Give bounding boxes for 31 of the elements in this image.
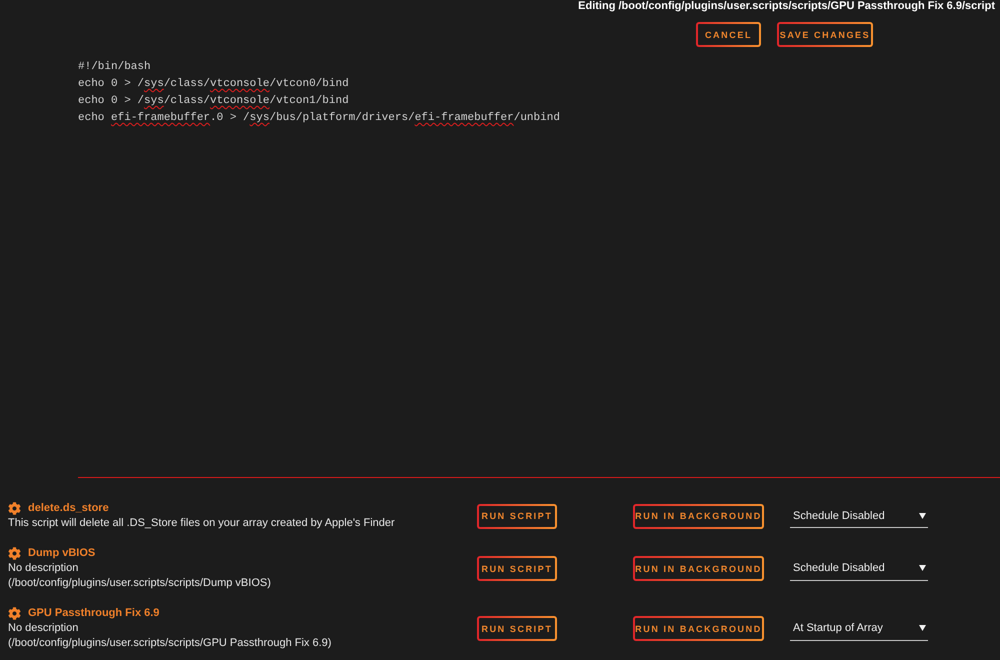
run-script-button[interactable]: RUN SCRIPT	[477, 556, 557, 581]
schedule-select[interactable]: Schedule Disabled	[790, 556, 928, 580]
script-name: delete.ds_store	[28, 501, 109, 516]
schedule-select[interactable]: Schedule Disabled	[790, 504, 928, 528]
script-description: This script will delete all .DS_Store files on your array created by Apple's Finder	[8, 516, 395, 531]
run-in-background-button[interactable]: RUN IN BACKGROUND	[633, 504, 764, 529]
gear-icon[interactable]	[8, 606, 21, 620]
script-editor[interactable]: #!/bin/bash echo 0 > /sys/class/vtconsole/vtcon0/bind echo 0 > /sys/class/vtconsole/vtcon1/bind echo efi-framebuffer.0 > /sys/bus/platform/drivers/efi-framebuffer/unbind	[78, 59, 1000, 478]
caret-icon	[919, 625, 926, 631]
run-script-button[interactable]: RUN SCRIPT	[477, 616, 557, 641]
caret-icon	[919, 512, 926, 519]
code-line: echo 0 > /sys/class/vtconsole/vtcon1/bind	[78, 94, 349, 109]
code-line: echo 0 > /sys/class/vtconsole/vtcon0/bind	[78, 77, 349, 92]
save-changes-button[interactable]: SAVE CHANGES	[777, 22, 873, 47]
script-name: GPU Passthrough Fix 6.9	[28, 606, 160, 620]
script-name: Dump vBIOS	[28, 546, 96, 560]
gear-icon[interactable]	[8, 546, 21, 560]
script-description: No description	[8, 560, 78, 576]
script-path: (/boot/config/plugins/user.scripts/scripts/Dump vBIOS)	[8, 576, 271, 591]
schedule-select[interactable]: At Startup of Array	[790, 616, 928, 640]
cancel-button[interactable]: CANCEL	[696, 22, 761, 47]
gear-icon[interactable]	[8, 502, 21, 515]
caret-icon	[919, 565, 926, 571]
run-in-background-button[interactable]: RUN IN BACKGROUND	[633, 616, 764, 641]
run-in-background-button[interactable]: RUN IN BACKGROUND	[633, 556, 764, 581]
code-line: echo efi-framebuffer.0 > /sys/bus/platform/drivers/efi-framebuffer/unbind	[78, 111, 560, 126]
script-description: No description	[8, 620, 78, 636]
editing-path-title: Editing /boot/config/plugins/user.scripts/scripts/GPU Passthrough Fix 6.9/script	[578, 0, 996, 13]
run-script-button[interactable]: RUN SCRIPT	[477, 504, 557, 529]
code-line: #!/bin/bash	[78, 60, 151, 75]
script-path: (/boot/config/plugins/user.scripts/scripts/GPU Passthrough Fix 6.9)	[8, 636, 332, 651]
